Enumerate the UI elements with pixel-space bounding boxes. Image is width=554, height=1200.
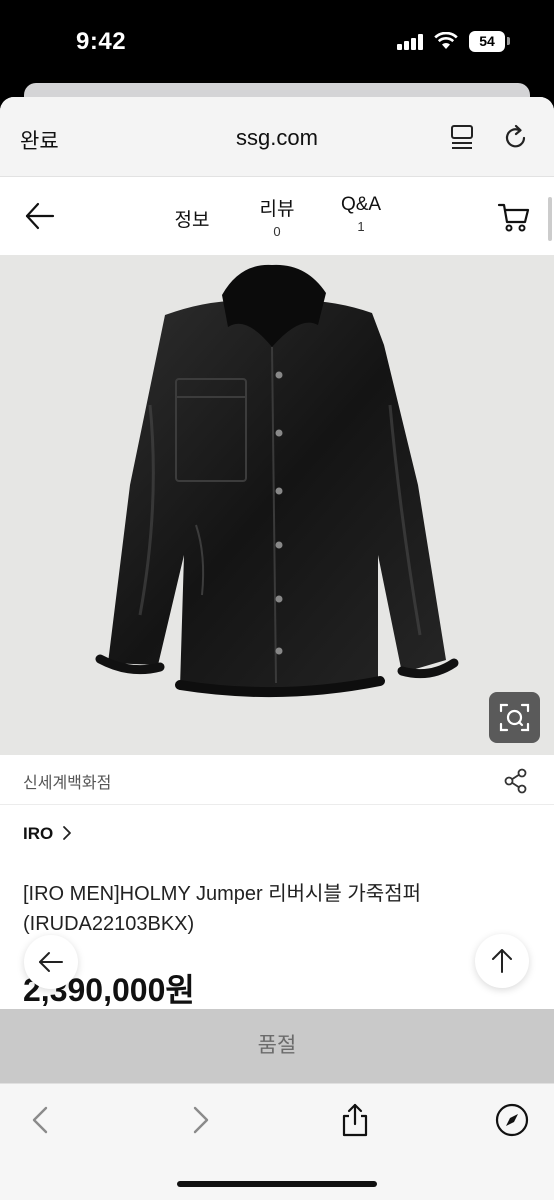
tab-info-label: 정보: [174, 210, 210, 231]
reload-icon[interactable]: [502, 123, 530, 151]
chevron-right-icon[interactable]: [182, 1102, 218, 1138]
share-box-icon[interactable]: [337, 1102, 373, 1138]
product-image[interactable]: [0, 255, 554, 755]
tab-qa[interactable]: Q&A 1: [333, 194, 389, 234]
scroll-top-button[interactable]: [475, 934, 529, 988]
share-icon[interactable]: [502, 767, 530, 795]
reader-icon[interactable]: [449, 123, 475, 151]
browser-bottom-toolbar: [0, 1083, 554, 1200]
tab-review-label: 리뷰: [259, 199, 295, 220]
status-time: 9:42: [76, 28, 127, 55]
lens-icon: [499, 703, 530, 732]
floating-back-button[interactable]: [24, 935, 78, 989]
arrow-left-icon[interactable]: [24, 201, 56, 231]
tab-qa-label: Q&A: [340, 194, 382, 215]
browser-sheet: 완료 ssg.com 정보 리뷰 0 Q&A 1 신세계백화점 IRO [IRO…: [0, 97, 554, 1200]
battery-tip: [507, 37, 510, 45]
arrow-left-icon: [39, 952, 63, 972]
product-title: [IRO MEN]HOLMY Jumper 리버시블 가죽점퍼(IRUDA221…: [23, 883, 421, 935]
wifi-icon: [434, 32, 458, 49]
cart-icon[interactable]: [497, 201, 531, 233]
battery-indicator: 54: [469, 31, 505, 52]
chevron-right-icon[interactable]: [62, 825, 72, 841]
tab-info[interactable]: 정보: [168, 205, 216, 232]
soldout-button[interactable]: 품절: [0, 1009, 554, 1083]
home-indicator: [177, 1181, 377, 1187]
jacket-illustration: [95, 264, 459, 698]
scroll-indicator: [548, 197, 552, 241]
site-nav: 정보 리뷰 0 Q&A 1: [0, 177, 554, 255]
chevron-left-icon[interactable]: [23, 1102, 59, 1138]
tab-qa-count: 1: [357, 219, 365, 234]
signal-icon: [397, 34, 425, 50]
seller-row: 신세계백화점: [0, 755, 554, 805]
tab-review-count: 0: [273, 224, 281, 239]
brand-link[interactable]: IRO: [23, 824, 53, 844]
image-search-button[interactable]: [489, 692, 540, 743]
arrow-up-icon: [492, 949, 512, 973]
tab-review[interactable]: 리뷰 0: [252, 194, 302, 239]
status-bar: 9:42 54: [0, 0, 554, 84]
browser-top-bar: 완료 ssg.com: [0, 97, 554, 177]
compass-icon[interactable]: [494, 1102, 530, 1138]
seller-name[interactable]: 신세계백화점: [23, 769, 111, 793]
